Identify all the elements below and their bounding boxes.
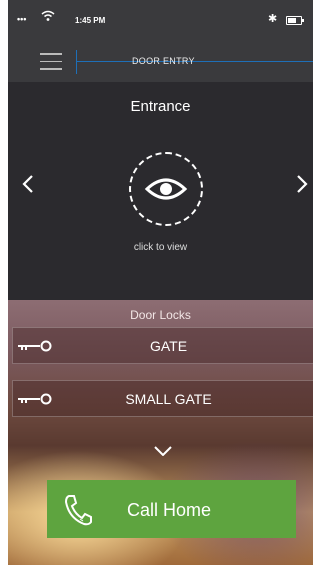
door-locks-heading: Door Locks [130,308,191,322]
eye-icon [144,178,188,200]
call-home-label: Call Home [127,500,212,520]
page-title: DOOR ENTRY [132,56,195,66]
battery-icon [286,16,304,25]
bluetooth-icon: ✱ [268,13,278,25]
header-bar: DOOR ENTRY [8,40,313,82]
call-home-button[interactable]: Call Home [47,480,296,538]
view-hint: click to view [133,242,188,253]
signal-dots: ••• [17,14,27,24]
lock-item-gate[interactable]: GATE [12,327,313,364]
chevron-right-icon[interactable] [296,174,308,200]
app-screen: ••• 1:45 PM ✱ DOOR ENTRY Entrance click … [8,0,313,565]
status-time: 1:45 PM [75,16,106,25]
lock-label: GATE [149,338,188,354]
camera-panel: Entrance click to view [8,82,313,300]
camera-name: Entrance [130,98,191,115]
chevron-down-icon[interactable] [154,443,172,461]
wifi-icon [41,10,55,24]
lock-label: SMALL GATE [125,391,212,407]
view-camera-button[interactable] [129,152,203,226]
header-divider [76,50,77,74]
chevron-left-icon[interactable] [22,174,34,200]
status-bar: ••• 1:45 PM ✱ [8,0,313,40]
controls-panel: Door Locks GATE SMALL GATE Call Home [8,300,313,565]
phone-icon [63,494,93,531]
hamburger-icon[interactable] [40,53,62,70]
lock-item-small-gate[interactable]: SMALL GATE [12,380,313,417]
